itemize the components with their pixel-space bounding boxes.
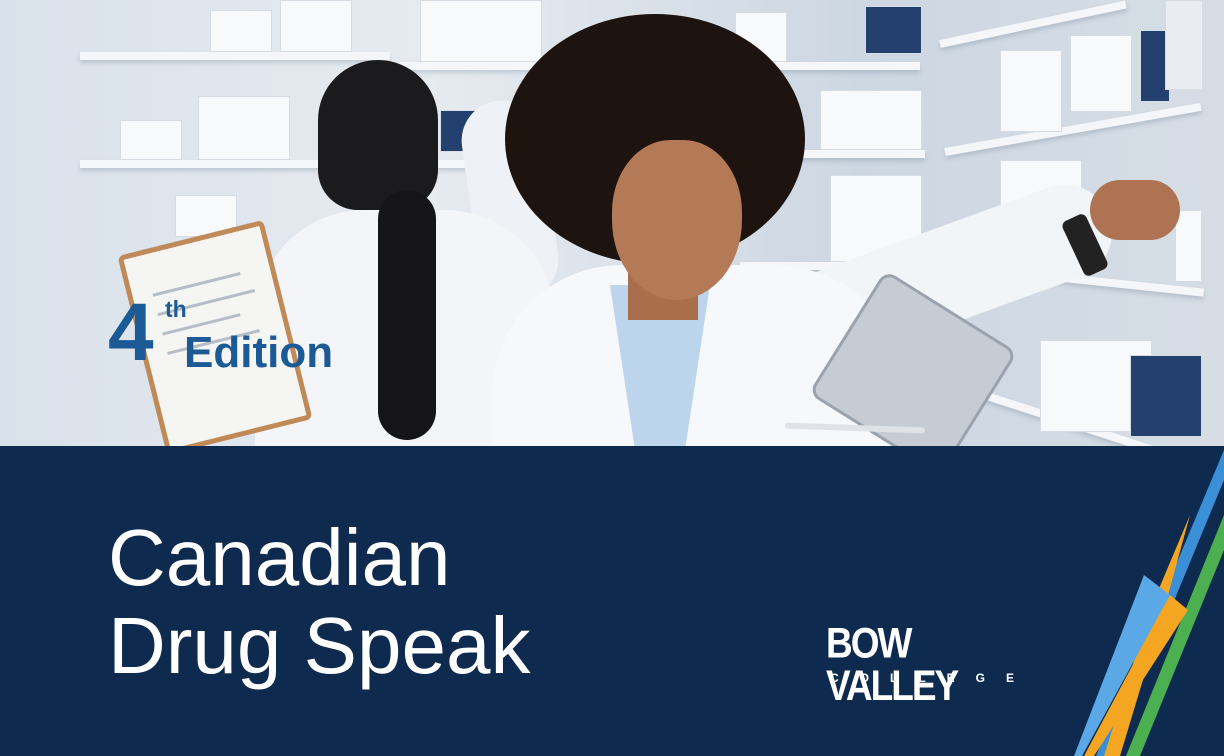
pharmacist-front-face [612, 140, 742, 300]
medicine-box [210, 10, 272, 52]
pharmacist-back-ponytail [378, 190, 436, 440]
logo-wordmark: BOW VALLEY [826, 619, 959, 710]
shelf [80, 52, 390, 60]
bow-valley-college-logo: BOW VALLEY COLLEGE [826, 622, 1044, 707]
logo-subtitle: COLLEGE [830, 671, 1036, 685]
medicine-bottle [1175, 210, 1202, 282]
book-title-line-1: Canadian [108, 513, 451, 602]
edition-word: Edition [184, 328, 334, 377]
book-title-line-2: Drug Speak [108, 601, 531, 690]
medicine-box [820, 90, 922, 150]
medicine-box [1165, 0, 1203, 90]
medicine-box [280, 0, 352, 52]
medicine-box [865, 6, 922, 54]
pharmacist-back-hair [318, 60, 438, 210]
cover: 4 th Edition Canadian Drug Speak BOW VAL… [0, 0, 1224, 756]
medicine-box [420, 0, 542, 62]
shelf [80, 160, 520, 168]
edition-number: 4 [108, 287, 154, 378]
edition-suffix: th [165, 296, 187, 322]
medicine-box [1070, 35, 1132, 112]
medicine-box [198, 96, 290, 160]
pharmacists-photo: 4 th Edition [0, 0, 1224, 446]
book-title: Canadian Drug Speak [108, 514, 530, 690]
hand [1090, 180, 1180, 240]
medicine-box [1000, 50, 1062, 132]
medicine-box [120, 120, 182, 160]
decorative-stripes-icon [1074, 450, 1224, 756]
